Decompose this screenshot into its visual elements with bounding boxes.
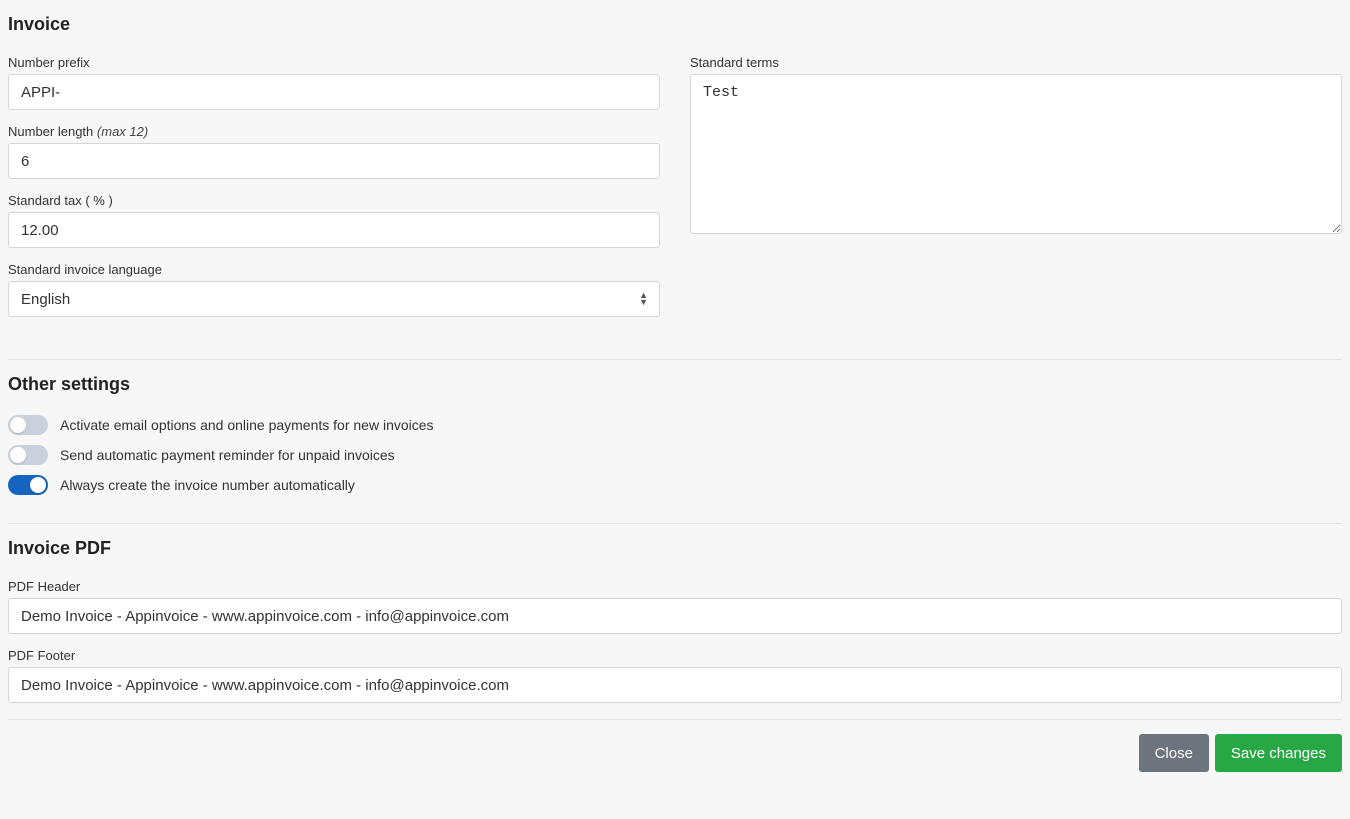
pdf-header-label: PDF Header (8, 579, 1342, 594)
pdf-footer-label: PDF Footer (8, 648, 1342, 663)
toggle-auto-invoice-number[interactable] (8, 475, 48, 495)
standard-terms-textarea[interactable]: Test (690, 74, 1342, 234)
toggle-email-options[interactable] (8, 415, 48, 435)
standard-language-select[interactable]: English (8, 281, 660, 317)
number-prefix-label: Number prefix (8, 55, 660, 70)
toggle-payment-reminder-label: Send automatic payment reminder for unpa… (60, 447, 395, 463)
standard-tax-input[interactable] (8, 212, 660, 248)
invoice-pdf-title: Invoice PDF (8, 538, 1342, 559)
toggle-email-options-label: Activate email options and online paymen… (60, 417, 434, 433)
close-button[interactable]: Close (1139, 734, 1209, 772)
pdf-footer-input[interactable] (8, 667, 1342, 703)
number-prefix-input[interactable] (8, 74, 660, 110)
number-length-input[interactable] (8, 143, 660, 179)
number-length-hint: (max 12) (97, 124, 148, 139)
divider (8, 719, 1342, 720)
divider (8, 523, 1342, 524)
number-length-label-text: Number length (8, 124, 93, 139)
save-changes-button[interactable]: Save changes (1215, 734, 1342, 772)
standard-language-label: Standard invoice language (8, 262, 660, 277)
divider (8, 359, 1342, 360)
standard-tax-label: Standard tax ( % ) (8, 193, 660, 208)
other-settings-title: Other settings (8, 374, 1342, 395)
toggle-auto-invoice-number-label: Always create the invoice number automat… (60, 477, 355, 493)
toggle-payment-reminder[interactable] (8, 445, 48, 465)
pdf-header-input[interactable] (8, 598, 1342, 634)
invoice-section-title: Invoice (8, 14, 1342, 35)
standard-terms-label: Standard terms (690, 55, 1342, 70)
number-length-label: Number length (max 12) (8, 124, 660, 139)
